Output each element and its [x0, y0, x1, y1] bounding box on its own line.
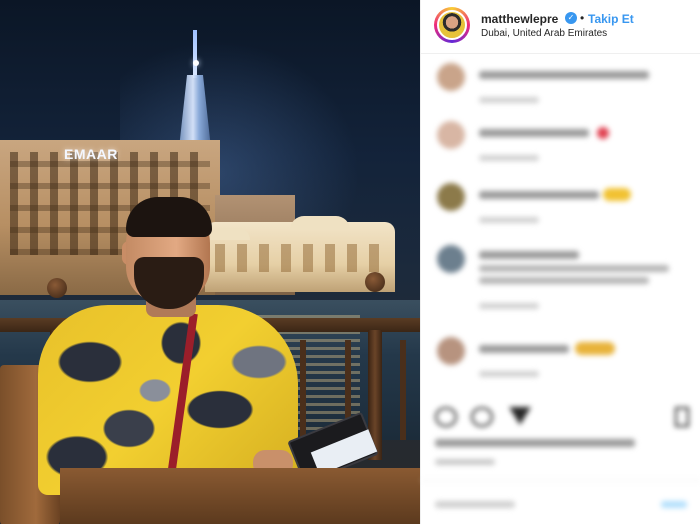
comment-meta-bar [479, 155, 539, 161]
table [60, 468, 420, 524]
hair [126, 197, 212, 237]
emaar-sign: EMAAR [64, 146, 118, 162]
share-icon[interactable] [509, 407, 531, 425]
follow-button[interactable]: Takip Et [588, 12, 634, 26]
date-bar [435, 459, 495, 465]
comment-text-bar [479, 265, 669, 272]
avatar [437, 63, 465, 91]
avatar [437, 337, 465, 365]
add-comment-field[interactable] [435, 501, 515, 508]
avatar [437, 121, 465, 149]
verified-badge-icon: ✓ [565, 12, 577, 24]
comment-text-bar [479, 277, 649, 284]
comment-meta-bar [479, 97, 539, 103]
emoji-pair [603, 188, 631, 201]
blurred-comments-area [421, 55, 700, 524]
comment-text-bar [479, 71, 649, 79]
heart-icon[interactable] [435, 407, 457, 427]
location-link[interactable]: Dubai, United Arab Emirates [481, 28, 607, 39]
railing-baluster [400, 340, 406, 440]
post-photo[interactable]: EMAAR [0, 0, 420, 524]
comment-text-bar [479, 345, 569, 353]
bookmark-icon[interactable] [675, 407, 689, 427]
divider [421, 480, 700, 481]
post-comment-button[interactable] [661, 501, 687, 508]
likes-bar [435, 439, 635, 447]
post-header: matthewlepre ✓ • Takip Et Dubai, United … [421, 0, 700, 54]
post-side-panel: matthewlepre ✓ • Takip Et Dubai, United … [420, 0, 700, 524]
comment-icon[interactable] [471, 407, 493, 427]
comment-meta-bar [479, 303, 539, 309]
comment-text-bar [479, 251, 579, 259]
tower-light [193, 60, 199, 66]
comment-text-bar [479, 129, 589, 137]
emoji-group [575, 342, 615, 355]
avatar [437, 245, 465, 273]
railing-post-cap [365, 272, 385, 292]
username-link[interactable]: matthewlepre [481, 12, 558, 26]
person [38, 195, 379, 495]
action-bar [435, 405, 695, 433]
avatar [437, 183, 465, 211]
separator-dot: • [580, 11, 585, 25]
avatar[interactable] [437, 10, 467, 40]
comment-meta-bar [479, 371, 539, 377]
tower-spire [193, 30, 197, 78]
comment-meta-bar [479, 217, 539, 223]
heart-emoji [597, 127, 609, 139]
comment-text-bar [479, 191, 599, 199]
